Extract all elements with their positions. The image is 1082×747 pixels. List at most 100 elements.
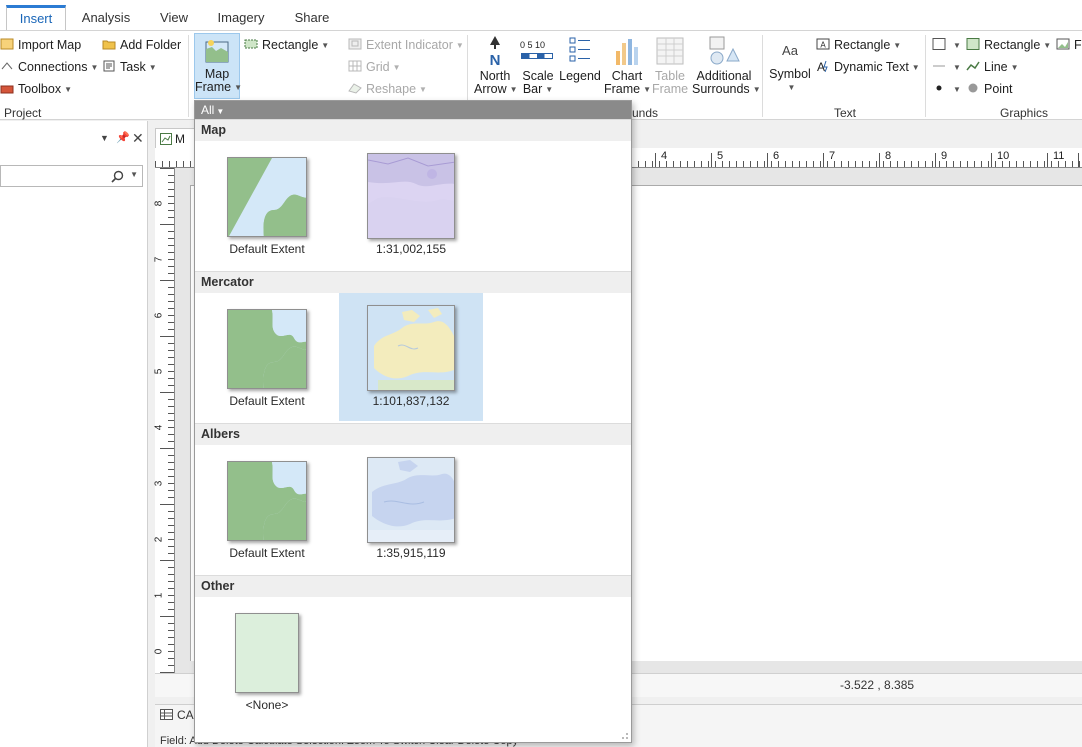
search-icon[interactable] — [111, 170, 124, 183]
toolbox-button[interactable]: Toolbox ▼ — [0, 79, 72, 99]
map-frame-gallery: All ▼ Map Default Extent 1:31,002,155 Mer… — [194, 100, 632, 743]
chart-frame-button[interactable]: Chart Frame ▼ — [604, 35, 651, 96]
gallery-item-mercator-default-extent[interactable]: Default Extent — [195, 293, 339, 421]
ruler-label: 0 — [153, 648, 165, 655]
gallery-section-header: Other — [195, 575, 631, 597]
gallery-item-label: Default Extent — [229, 242, 305, 256]
symbol-icon: Aa — [782, 43, 798, 58]
dynamic-text-button[interactable]: A Dynamic Text ▼ — [816, 57, 920, 77]
group-separator — [188, 35, 189, 117]
chevron-down-icon: ▼ — [64, 85, 73, 94]
chevron-down-icon[interactable]: ▼ — [130, 170, 138, 179]
text-symbol-button[interactable]: Aa Symbol ▼ — [768, 39, 812, 94]
frame-rectangle-button[interactable]: Rectangle ▼ — [244, 35, 329, 55]
vertical-ruler: 8 7 6 5 4 3 2 1 0 — [153, 168, 175, 673]
graphic-rectangle-button[interactable]: Rectangle ▼ — [966, 35, 1051, 55]
line-style-icon — [933, 65, 945, 67]
default-extent-thumbnail — [227, 157, 307, 237]
tab-insert[interactable]: Insert — [6, 5, 66, 30]
point-icon — [968, 83, 978, 93]
chevron-down-icon: ▼ — [419, 85, 427, 94]
chevron-down-icon: ▼ — [1010, 63, 1019, 72]
chevron-down-icon: ▼ — [234, 83, 243, 92]
map-frame-icon — [205, 40, 229, 63]
line-icon — [966, 61, 980, 71]
extent-indicator-icon — [348, 38, 362, 50]
chevron-down-icon: ▼ — [953, 41, 961, 50]
extent-indicator-button[interactable]: Extent Indicator ▼ — [348, 35, 464, 55]
legend-button[interactable]: Legend — [558, 35, 602, 83]
ruler-label: 7 — [829, 150, 836, 162]
reshape-icon — [348, 83, 362, 94]
close-icon[interactable]: ✕ — [132, 130, 144, 147]
group-separator — [925, 35, 926, 117]
chevron-down-icon: ▼ — [455, 41, 464, 50]
rectangle-icon — [966, 38, 980, 50]
graphic-line-button[interactable]: Line ▼ — [966, 57, 1019, 77]
ruler-label: 8 — [885, 150, 892, 162]
task-button[interactable]: Task ▼ — [102, 57, 157, 77]
text-rectangle-icon: A — [816, 38, 830, 50]
chevron-down-icon: ▼ — [752, 85, 761, 94]
import-map-button[interactable]: Import Map — [0, 35, 81, 55]
svg-text:A: A — [817, 60, 825, 72]
ruler-label: 4 — [661, 150, 668, 162]
rectangle-icon — [244, 39, 258, 49]
chevron-down-icon: ▼ — [911, 63, 920, 72]
tab-imagery[interactable]: Imagery — [210, 5, 272, 30]
gallery-filter-bar: All ▼ — [195, 101, 631, 119]
layout-icon — [160, 133, 172, 145]
project-group-label: Project — [4, 106, 42, 120]
chevron-down-icon: ▼ — [321, 41, 330, 50]
gallery-section-header: Mercator — [195, 271, 631, 293]
table-icon — [160, 709, 173, 720]
table-frame-button[interactable]: Table Frame — [650, 35, 690, 96]
map-frame-button[interactable]: Map Frame ▼ — [194, 33, 243, 99]
ruler-label: 10 — [997, 150, 1010, 162]
cursor-coordinates: -3.522 , 8.385 — [840, 678, 915, 692]
gallery-item-label: 1:31,002,155 — [375, 242, 447, 256]
gallery-item-label: <None> — [245, 698, 289, 712]
text-rectangle-button[interactable]: A Rectangle ▼ — [816, 35, 901, 55]
grid-button[interactable]: Grid ▼ — [348, 57, 401, 77]
default-extent-thumbnail — [227, 309, 307, 389]
search-input[interactable]: ▼ — [0, 165, 143, 187]
add-folder-icon — [102, 40, 116, 50]
reshape-button[interactable]: Reshape ▼ — [348, 79, 427, 99]
gallery-item-map-scale[interactable]: 1:31,002,155 — [339, 141, 483, 269]
graphic-point-symbol-button[interactable]: ▼ — [932, 79, 961, 99]
gallery-item-albers-scale[interactable]: 1:35,915,119 — [339, 445, 483, 573]
scale-bar-icon: 0 5 10 — [518, 35, 558, 70]
default-extent-thumbnail — [227, 461, 307, 541]
additional-surrounds-button[interactable]: Additional Surrounds ▼ — [692, 35, 761, 96]
gallery-item-map-default-extent[interactable]: Default Extent — [195, 141, 339, 269]
gallery-item-mercator-scale[interactable]: 1:101,837,132 — [339, 293, 483, 421]
scale-bar-button[interactable]: 0 5 10 Scale Bar ▼ — [518, 35, 558, 96]
connections-button[interactable]: Connections ▼ — [0, 57, 98, 77]
gallery-filter-dropdown[interactable]: All ▼ — [201, 103, 224, 119]
graphics-group-label: Graphics — [1000, 106, 1049, 120]
graphic-line-symbol-button[interactable]: ▼ — [932, 57, 961, 77]
toolbox-icon — [0, 85, 14, 94]
tab-analysis[interactable]: Analysis — [76, 5, 136, 30]
gallery-item-none[interactable]: <None> — [195, 597, 339, 725]
attribute-table-tab[interactable]: CA — [160, 708, 194, 722]
add-folder-button[interactable]: Add Folder — [102, 35, 181, 55]
gallery-item-albers-default-extent[interactable]: Default Extent — [195, 445, 339, 573]
chevron-down-icon: ▼ — [953, 85, 961, 94]
ruler-label: 11 — [1053, 150, 1065, 162]
purple-map-thumbnail — [367, 153, 455, 239]
graphic-picture-button[interactable]: Fi — [1056, 35, 1082, 55]
tab-view[interactable]: View — [152, 5, 196, 30]
gallery-section-header: Map — [195, 119, 631, 141]
tab-share[interactable]: Share — [288, 5, 336, 30]
svg-text:A: A — [820, 41, 826, 50]
graphic-point-button[interactable]: Point — [966, 79, 1013, 99]
svg-text:N: N — [490, 52, 501, 67]
resize-grip-icon[interactable] — [621, 732, 629, 740]
gallery-item-label: 1:35,915,119 — [376, 546, 446, 560]
pane-options-chevron-icon[interactable]: ▼ — [100, 133, 109, 143]
north-arrow-button[interactable]: N North Arrow ▼ — [474, 35, 518, 96]
graphic-fill-symbol-button[interactable]: ▼ — [932, 35, 961, 55]
pin-icon[interactable]: 📌 — [116, 131, 130, 144]
